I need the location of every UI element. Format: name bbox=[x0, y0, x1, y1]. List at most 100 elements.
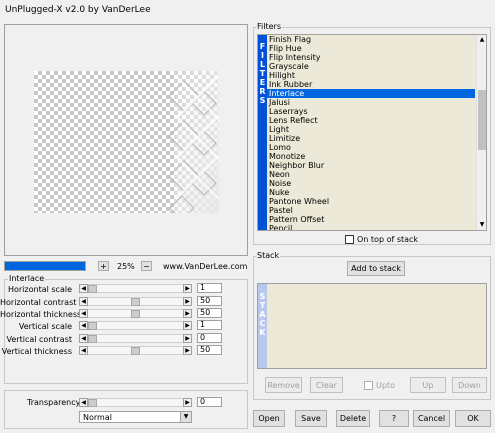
filter-item[interactable]: Interlace bbox=[267, 89, 475, 98]
side-letter: T bbox=[259, 301, 266, 310]
param-value[interactable]: 50 bbox=[197, 308, 222, 318]
filter-item[interactable]: Monotize bbox=[267, 152, 475, 161]
param-label: Vertical thickness bbox=[1, 347, 72, 356]
scroll-down-icon[interactable]: ▼ bbox=[477, 220, 487, 230]
slider-right-arrow[interactable]: ▶ bbox=[183, 334, 192, 343]
stack-list[interactable]: STACK bbox=[257, 283, 487, 369]
upto-checkbox[interactable] bbox=[364, 381, 373, 390]
param-label: Vertical contrast bbox=[6, 335, 72, 344]
param-value[interactable]: 1 bbox=[197, 320, 222, 330]
param-value[interactable]: 50 bbox=[197, 345, 222, 355]
filter-item[interactable]: Finish Flag bbox=[267, 35, 475, 44]
on-top-checkbox[interactable] bbox=[345, 235, 354, 244]
filter-item[interactable]: Pattern Offset bbox=[267, 215, 475, 224]
filters-list[interactable]: Finish Flag Flip Hue Flip Intensity Graysca… bbox=[267, 35, 475, 230]
slider-right-arrow[interactable]: ▶ bbox=[183, 346, 192, 355]
slider-left-arrow[interactable]: ◀ bbox=[79, 346, 88, 355]
transparency-right-arrow[interactable]: ▶ bbox=[183, 398, 192, 407]
slider-right-arrow[interactable]: ▶ bbox=[183, 309, 192, 318]
slider-right-arrow[interactable]: ▶ bbox=[183, 284, 192, 293]
side-letter: T bbox=[259, 69, 266, 78]
filter-item[interactable]: Pantone Wheel bbox=[267, 197, 475, 206]
param-value[interactable]: 0 bbox=[197, 333, 222, 343]
up-button[interactable]: Up bbox=[410, 377, 446, 393]
upto-label: Upto bbox=[376, 381, 395, 390]
param-slider-track[interactable] bbox=[88, 297, 183, 306]
slider-left-arrow[interactable]: ◀ bbox=[79, 297, 88, 306]
filter-item[interactable]: Noise bbox=[267, 179, 475, 188]
filters-group-label: Filters bbox=[256, 22, 282, 31]
chevron-down-icon[interactable]: ▼ bbox=[180, 412, 191, 422]
filter-item[interactable]: Neon bbox=[267, 170, 475, 179]
open-button[interactable]: Open bbox=[253, 410, 285, 427]
filter-item[interactable]: Lomo bbox=[267, 143, 475, 152]
filter-item[interactable]: Hilight bbox=[267, 71, 475, 80]
filter-item[interactable]: Ink Rubber bbox=[267, 80, 475, 89]
param-slider-thumb[interactable] bbox=[88, 285, 97, 293]
param-slider-track[interactable] bbox=[88, 284, 183, 293]
slider-left-arrow[interactable]: ◀ bbox=[79, 309, 88, 318]
param-value[interactable]: 50 bbox=[197, 296, 222, 306]
param-slider-track[interactable] bbox=[88, 346, 183, 355]
param-value[interactable]: 1 bbox=[197, 283, 222, 293]
filter-item[interactable]: Pencil bbox=[267, 224, 475, 230]
preview-image bbox=[34, 71, 219, 213]
scroll-up-icon[interactable]: ▲ bbox=[477, 35, 487, 45]
remove-button[interactable]: Remove bbox=[265, 377, 302, 393]
side-letter: K bbox=[259, 328, 266, 337]
save-button[interactable]: Save bbox=[295, 410, 327, 427]
side-letter: F bbox=[259, 42, 266, 51]
filter-item[interactable]: Limitize bbox=[267, 134, 475, 143]
slider-left-arrow[interactable]: ◀ bbox=[79, 321, 88, 330]
param-slider-thumb[interactable] bbox=[131, 298, 140, 306]
preview-panel[interactable] bbox=[4, 24, 248, 256]
help-button[interactable]: ? bbox=[379, 410, 409, 427]
filter-item[interactable]: Flip Intensity bbox=[267, 53, 475, 62]
param-slider-track[interactable] bbox=[88, 309, 183, 318]
param-slider-thumb[interactable] bbox=[131, 310, 140, 318]
side-letter: C bbox=[259, 319, 266, 328]
website-link[interactable]: www.VanDerLee.com bbox=[163, 262, 247, 271]
clear-button[interactable]: Clear bbox=[310, 377, 343, 393]
param-slider-thumb[interactable] bbox=[131, 347, 140, 355]
filters-scrollbar[interactable]: ▲ ▼ bbox=[476, 35, 486, 230]
filter-item[interactable]: Pastel bbox=[267, 206, 475, 215]
filter-item[interactable]: Jalusi bbox=[267, 98, 475, 107]
cancel-button[interactable]: Cancel bbox=[413, 410, 450, 427]
transparency-value[interactable]: 0 bbox=[197, 397, 222, 407]
param-slider-track[interactable] bbox=[88, 321, 183, 330]
zoom-out-button[interactable]: − bbox=[141, 261, 152, 271]
transparency-left-arrow[interactable]: ◀ bbox=[79, 398, 88, 407]
ok-button[interactable]: OK bbox=[455, 410, 491, 427]
add-to-stack-button[interactable]: Add to stack bbox=[347, 261, 405, 276]
filter-item[interactable]: Light bbox=[267, 125, 475, 134]
filter-item[interactable]: Grayscale bbox=[267, 62, 475, 71]
window-title: UnPlugged-X v2.0 by VanDerLee bbox=[5, 5, 151, 15]
slider-left-arrow[interactable]: ◀ bbox=[79, 284, 88, 293]
delete-button[interactable]: Delete bbox=[336, 410, 370, 427]
slider-right-arrow[interactable]: ▶ bbox=[183, 321, 192, 330]
interlace-group bbox=[4, 279, 248, 384]
zoom-level: 25% bbox=[117, 262, 135, 271]
filter-item[interactable]: Lens Reflect bbox=[267, 116, 475, 125]
on-top-label: On top of stack bbox=[357, 235, 419, 244]
zoom-in-button[interactable]: + bbox=[98, 261, 109, 271]
side-letter: S bbox=[259, 292, 266, 301]
transparency-track[interactable] bbox=[88, 398, 183, 407]
param-slider-thumb[interactable] bbox=[88, 335, 97, 343]
param-slider-thumb[interactable] bbox=[88, 322, 97, 330]
filter-item[interactable]: Nuke bbox=[267, 188, 475, 197]
progress-bar bbox=[4, 261, 86, 271]
side-letter: S bbox=[259, 96, 266, 105]
param-slider-track[interactable] bbox=[88, 334, 183, 343]
down-button[interactable]: Down bbox=[452, 377, 487, 393]
interlace-group-label: Interlace bbox=[8, 274, 46, 283]
filter-item[interactable]: Laserrays bbox=[267, 107, 475, 116]
scroll-thumb[interactable] bbox=[478, 90, 486, 150]
transparency-thumb[interactable] bbox=[88, 399, 97, 407]
slider-left-arrow[interactable]: ◀ bbox=[79, 334, 88, 343]
filter-item[interactable]: Neighbor Blur bbox=[267, 161, 475, 170]
slider-right-arrow[interactable]: ▶ bbox=[183, 297, 192, 306]
filter-item[interactable]: Flip Hue bbox=[267, 44, 475, 53]
blend-mode-select[interactable]: Normal ▼ bbox=[79, 411, 192, 423]
